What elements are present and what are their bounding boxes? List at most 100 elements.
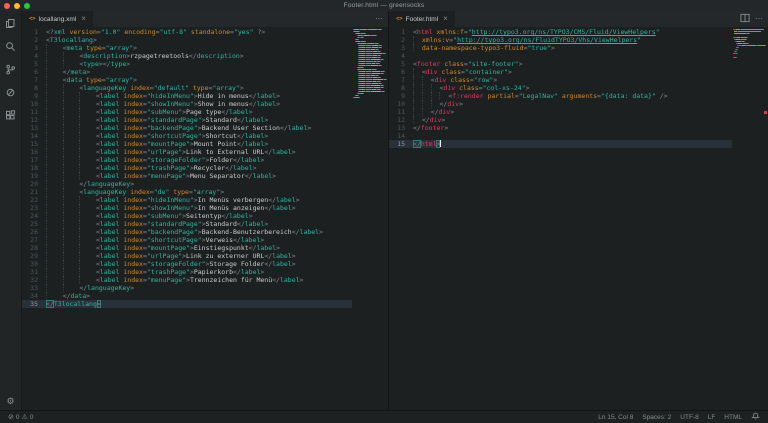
code-lines: 1<html xmlns:f="http://typo3.org/ns/TYPO… <box>389 28 768 148</box>
code-line[interactable]: 15</html> <box>389 140 768 148</box>
tab-footer-html[interactable]: <> Footer.html × <box>389 11 455 27</box>
source-control-icon[interactable] <box>5 63 17 75</box>
settings-gear-icon[interactable]: ⚙ <box>6 397 14 406</box>
code-line[interactable]: 2 xmlns:v="http://typo3.org/ns/FluidTYPO… <box>389 36 768 44</box>
code-line[interactable]: 14 <label index="shortcutPage">Shortcut<… <box>22 132 388 140</box>
code-line[interactable]: 4 <box>389 52 768 60</box>
code-line[interactable]: 23 <label index="showInMenu">In Menüs an… <box>22 204 388 212</box>
code-line[interactable]: 3 data-namespace-typo3-fluid="true"> <box>389 44 768 52</box>
code-line[interactable]: 32 <label index="menuPage">Trennzeichen … <box>22 276 388 284</box>
traffic-light-zoom[interactable] <box>24 3 30 9</box>
code-line[interactable]: 3 <meta type="array"> <box>22 44 388 52</box>
code-line[interactable]: 7 <data type="array"> <box>22 76 388 84</box>
code-line[interactable]: 24 <label index="subMenu">Seitentyp</lab… <box>22 212 388 220</box>
code-line[interactable]: 11 <label index="subMenu">Page type</lab… <box>22 108 388 116</box>
code-line[interactable]: 29 <label index="urlPage">Link zu extern… <box>22 252 388 260</box>
line-number: 5 <box>22 60 46 68</box>
tab-bar-left: <> locallang.xml × ⋯ <box>22 11 388 27</box>
code-line[interactable]: 13 <label index="backendPage">Backend Us… <box>22 124 388 132</box>
code-line[interactable]: 28 <label index="mountPage">Einstiegspun… <box>22 244 388 252</box>
extensions-icon[interactable] <box>5 109 17 121</box>
line-number: 18 <box>22 164 46 172</box>
code-line[interactable]: 18 <label index="trashPage">Recycler</la… <box>22 164 388 172</box>
code-line[interactable]: 1<html xmlns:f="http://typo3.org/ns/TYPO… <box>389 28 768 36</box>
encoding-setting[interactable]: UTF-8 <box>680 414 698 421</box>
minimap[interactable] <box>353 29 383 99</box>
code-line[interactable]: 20 </languageKey> <box>22 180 388 188</box>
code-line[interactable]: 11 </div> <box>389 108 768 116</box>
code-line[interactable]: 15 <label index="mountPage">Mount Point<… <box>22 140 388 148</box>
line-number: 17 <box>22 156 46 164</box>
code-line[interactable]: 8 <div class="col-xs-24"> <box>389 84 768 92</box>
cursor-position[interactable]: Ln 15, Col 8 <box>598 414 633 421</box>
code-line[interactable]: 31 <label index="trashPage">Papierkorb</… <box>22 268 388 276</box>
code-line[interactable]: 7 <div class="row"> <box>389 76 768 84</box>
notifications-bell-icon[interactable] <box>751 411 760 423</box>
code-line[interactable]: 21 <languageKey index="de" type="array"> <box>22 188 388 196</box>
line-number: 12 <box>22 116 46 124</box>
more-actions-icon[interactable]: ⋯ <box>375 15 383 23</box>
code-line[interactable]: 27 <label index="shortcutPage">Verweis</… <box>22 236 388 244</box>
problems-indicator[interactable]: ⊘ 0 ⚠ 0 <box>8 414 33 421</box>
code-line[interactable]: 33 </languageKey> <box>22 284 388 292</box>
code-line[interactable]: 12 <label index="standardPage">Standard<… <box>22 116 388 124</box>
code-line[interactable]: 14 <box>389 132 768 140</box>
title-bar[interactable]: Footer.html — greensocks <box>0 0 768 11</box>
code-line[interactable]: 6 <div class="container"> <box>389 68 768 76</box>
code-line[interactable]: 9 <f:render partial="LegalNav" arguments… <box>389 92 768 100</box>
code-line[interactable]: 2<T3locallang> <box>22 36 388 44</box>
code-line[interactable]: 5 <type></type> <box>22 60 388 68</box>
code-line[interactable]: 19 <label index="menuPage">Menu Separato… <box>22 172 388 180</box>
line-number: 26 <box>22 228 46 236</box>
code-line[interactable]: 34 </data> <box>22 292 388 300</box>
line-number: 7 <box>389 76 413 84</box>
close-tab-icon[interactable]: × <box>81 15 86 23</box>
code-line[interactable]: 8 <languageKey index="default" type="arr… <box>22 84 388 92</box>
debug-icon[interactable] <box>5 86 17 98</box>
line-number: 33 <box>22 284 46 292</box>
code-line[interactable]: 10 </div> <box>389 100 768 108</box>
code-line[interactable]: 26 <label index="backendPage">Backend-Be… <box>22 228 388 236</box>
search-icon[interactable] <box>5 40 17 52</box>
line-number: 2 <box>22 36 46 44</box>
split-editor-icon[interactable] <box>740 10 750 28</box>
code-line[interactable]: 5<footer class="site-footer"> <box>389 60 768 68</box>
code-line[interactable]: 25 <label index="standardPage">Standard<… <box>22 220 388 228</box>
code-line[interactable]: 1<?xml version="1.0" encoding="utf-8" st… <box>22 28 388 36</box>
code-line[interactable]: 9 <label index="hideInMenu">Hide in menu… <box>22 92 388 100</box>
code-line[interactable]: 13</footer> <box>389 124 768 132</box>
line-number: 25 <box>22 220 46 228</box>
line-number: 2 <box>389 36 413 44</box>
code-line[interactable]: 4 <description>rzpagetreetools</descript… <box>22 52 388 60</box>
more-actions-icon[interactable]: ⋯ <box>755 15 763 23</box>
close-tab-icon[interactable]: × <box>443 15 448 23</box>
indentation-setting[interactable]: Spaces: 2 <box>642 414 671 421</box>
code-line[interactable]: 6 </meta> <box>22 68 388 76</box>
code-line[interactable]: 12 </div> <box>389 116 768 124</box>
line-number: 13 <box>389 124 413 132</box>
explorer-icon[interactable] <box>5 17 17 29</box>
code-line[interactable]: 22 <label index="hideInMenu">In Menüs ve… <box>22 196 388 204</box>
line-number: 9 <box>389 92 413 100</box>
code-line[interactable]: 35</T3locallang> <box>22 300 388 308</box>
code-line[interactable]: 16 <label index="urlPage">Link to Extern… <box>22 148 388 156</box>
tab-bar-right: <> Footer.html × ⋯ <box>389 11 768 27</box>
line-number: 27 <box>22 236 46 244</box>
line-number: 28 <box>22 244 46 252</box>
code-line[interactable]: 17 <label index="storageFolder">Folder</… <box>22 156 388 164</box>
language-mode[interactable]: HTML <box>724 414 742 421</box>
traffic-light-minimize[interactable] <box>14 3 20 9</box>
warnings-icon: ⚠ <box>22 414 28 421</box>
editor-locallang-xml[interactable]: 1<?xml version="1.0" encoding="utf-8" st… <box>22 27 388 410</box>
line-number: 5 <box>389 60 413 68</box>
window-title: Footer.html — greensocks <box>344 2 425 9</box>
line-number: 13 <box>22 124 46 132</box>
minimap[interactable] <box>733 29 763 59</box>
tab-locallang-xml[interactable]: <> locallang.xml × <box>22 11 93 27</box>
traffic-light-close[interactable] <box>4 3 10 9</box>
eol-setting[interactable]: LF <box>708 414 716 421</box>
line-number: 22 <box>22 196 46 204</box>
code-line[interactable]: 10 <label index="showInMenu">Show in men… <box>22 100 388 108</box>
editor-footer-html[interactable]: 1<html xmlns:f="http://typo3.org/ns/TYPO… <box>389 27 768 410</box>
code-line[interactable]: 30 <label index="storageFolder">Storage … <box>22 260 388 268</box>
